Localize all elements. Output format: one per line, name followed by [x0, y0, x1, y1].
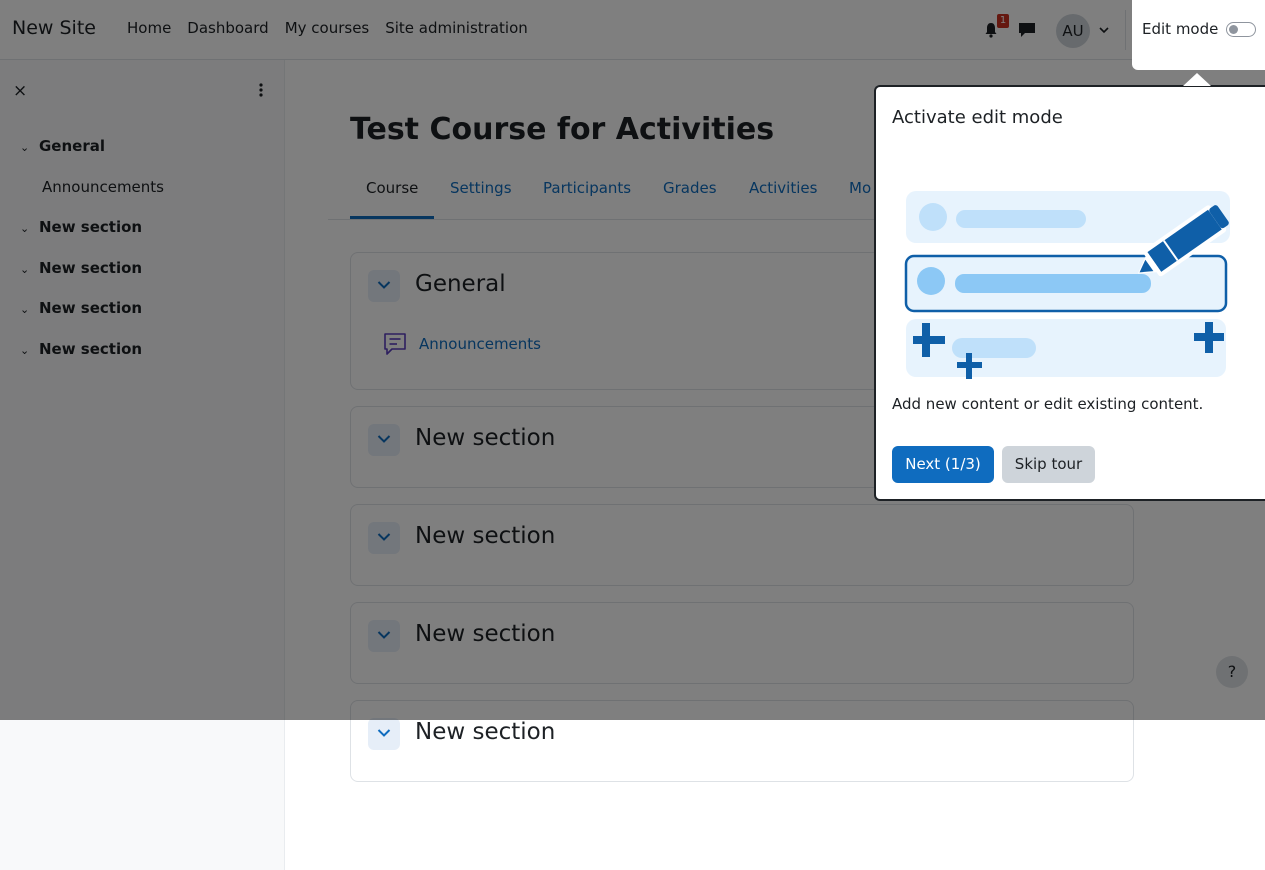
section-title[interactable]: New section [415, 719, 555, 745]
tour-popover-arrow [1183, 73, 1211, 86]
edit-mode-illustration [904, 191, 1230, 379]
tour-content: Add new content or edit existing content… [892, 395, 1204, 413]
chevron-down-icon [377, 729, 391, 737]
edit-mode-label: Edit mode [1142, 20, 1219, 38]
skip-tour-button[interactable]: Skip tour [1002, 446, 1095, 483]
section-collapse-toggle[interactable] [368, 718, 400, 750]
tour-next-button[interactable]: Next (1/3) [892, 446, 994, 483]
tour-popover: Activate edit mode Add new content or ed… [874, 85, 1265, 501]
edit-mode-toggle[interactable] [1226, 22, 1256, 37]
tour-title: Activate edit mode [892, 107, 1063, 128]
edit-mode-switch-area: Edit mode [1132, 0, 1265, 70]
